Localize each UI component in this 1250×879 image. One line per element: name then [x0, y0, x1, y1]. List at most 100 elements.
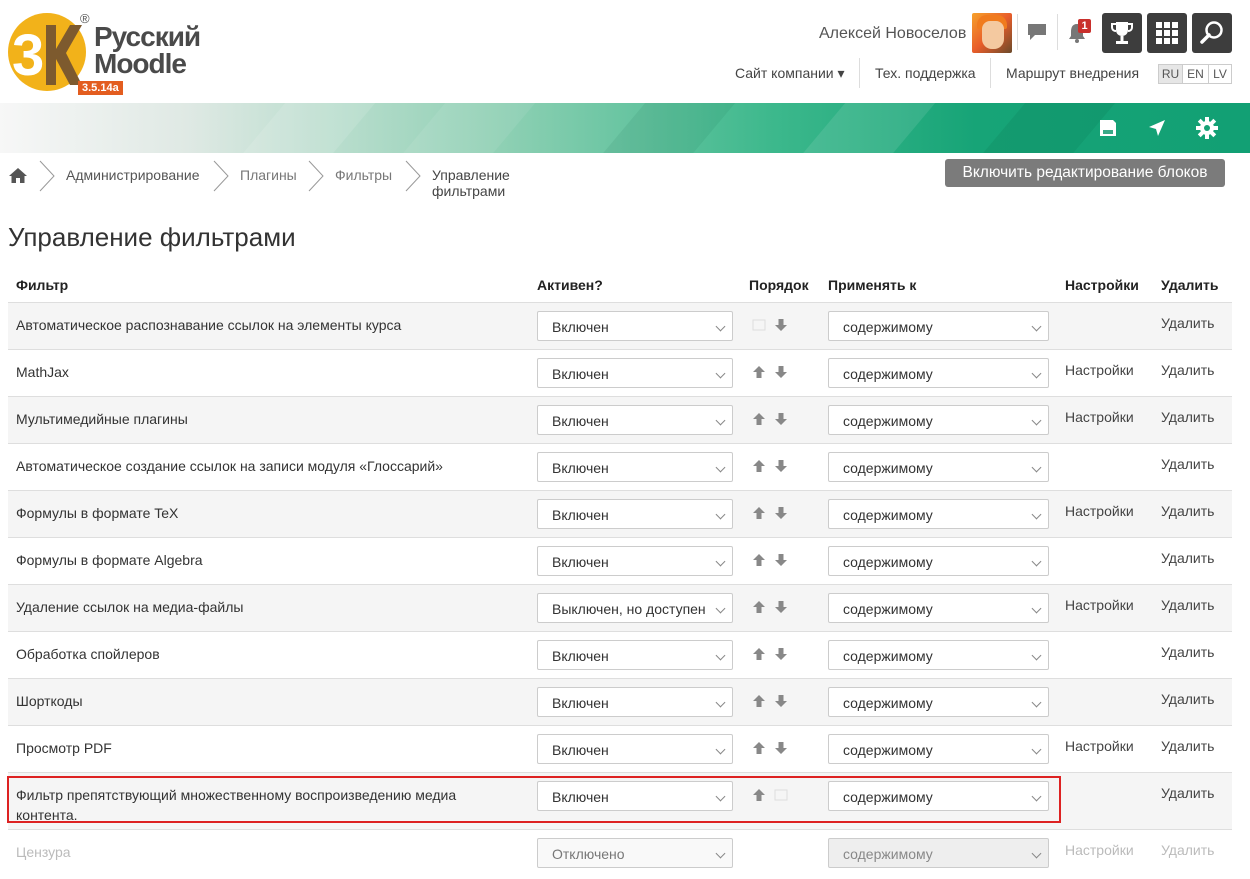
move-up-icon[interactable] — [752, 506, 766, 520]
move-down-icon[interactable] — [774, 741, 788, 755]
apps-grid-button[interactable] — [1147, 13, 1187, 53]
apply-to-select[interactable]: содержимому — [828, 687, 1049, 717]
delete-link[interactable]: Удалить — [1161, 842, 1214, 858]
chevron-down-icon — [715, 556, 726, 567]
settings-link[interactable]: Настройки — [1065, 503, 1134, 519]
messages-icon[interactable] — [1027, 23, 1047, 41]
logo-3k-mark: 3 — [12, 23, 82, 88]
delete-link[interactable]: Удалить — [1161, 315, 1214, 331]
search-icon — [1200, 21, 1223, 44]
search-button[interactable] — [1192, 13, 1232, 53]
apply-to-select[interactable]: содержимому — [828, 405, 1049, 435]
breadcrumb-administration[interactable]: Администрирование — [66, 167, 200, 183]
site-logo[interactable]: 3 ® Русский Moodle 3.5.14a — [8, 11, 218, 95]
settings-link[interactable]: Настройки — [1065, 409, 1134, 425]
move-down-icon[interactable] — [774, 459, 788, 473]
active-state-select[interactable]: Включен — [537, 640, 733, 670]
move-up-icon[interactable] — [752, 741, 766, 755]
delete-link[interactable]: Удалить — [1161, 409, 1214, 425]
apply-to-select[interactable]: содержимому — [828, 499, 1049, 529]
lang-ru[interactable]: RU — [1158, 64, 1183, 84]
chevron-down-icon — [715, 603, 726, 614]
user-avatar[interactable] — [972, 13, 1012, 53]
apply-to-select[interactable]: содержимому — [828, 546, 1049, 576]
move-down-icon[interactable] — [774, 318, 788, 332]
apply-to-value: содержимому — [843, 460, 933, 476]
chevron-down-icon — [1031, 603, 1042, 614]
active-state-select[interactable]: Включен — [537, 546, 733, 576]
apply-to-value: содержимому — [843, 601, 933, 617]
move-up-icon[interactable] — [752, 553, 766, 567]
delete-link[interactable]: Удалить — [1161, 550, 1214, 566]
move-up-icon[interactable] — [752, 365, 766, 379]
settings-link[interactable]: Настройки — [1065, 842, 1134, 858]
roadmap-link[interactable]: Маршрут внедрения — [1006, 65, 1139, 81]
active-state-select[interactable]: Выключен, но доступен — [537, 593, 733, 623]
apply-to-value: содержимому — [843, 507, 933, 523]
active-state-select[interactable]: Включен — [537, 358, 733, 388]
apply-to-select[interactable]: содержимому — [828, 452, 1049, 482]
lang-en[interactable]: EN — [1183, 64, 1209, 84]
active-state-select[interactable]: Включен — [537, 311, 733, 341]
chevron-down-icon — [1031, 744, 1042, 755]
chevron-down-icon — [1031, 556, 1042, 567]
apply-to-select[interactable]: содержимому — [828, 640, 1049, 670]
delete-link[interactable]: Удалить — [1161, 362, 1214, 378]
breadcrumb-plugins[interactable]: Плагины — [240, 167, 297, 183]
apply-to-select[interactable]: содержимому — [828, 311, 1049, 341]
move-up-icon[interactable] — [752, 459, 766, 473]
move-up-icon[interactable] — [752, 694, 766, 708]
badges-button[interactable] — [1102, 13, 1142, 53]
delete-link[interactable]: Удалить — [1161, 644, 1214, 660]
move-down-icon[interactable] — [774, 600, 788, 614]
delete-link[interactable]: Удалить — [1161, 456, 1214, 472]
settings-link[interactable]: Настройки — [1065, 738, 1134, 754]
save-icon[interactable] — [1097, 117, 1119, 139]
gear-icon[interactable] — [1196, 117, 1218, 139]
home-icon[interactable] — [8, 167, 28, 184]
chevron-down-icon — [715, 415, 726, 426]
send-icon[interactable] — [1146, 117, 1168, 139]
move-up-icon[interactable] — [752, 600, 766, 614]
move-down-icon[interactable] — [774, 694, 788, 708]
chevron-down-icon — [1031, 415, 1042, 426]
active-state-value: Включен — [552, 554, 609, 570]
apply-to-select[interactable]: содержимому — [828, 593, 1049, 623]
active-state-select[interactable]: Включен — [537, 452, 733, 482]
active-state-select[interactable]: Включен — [537, 687, 733, 717]
table-row: Цензура Отключено содержимому Настройки Удал… — [8, 829, 1232, 876]
enable-block-editing-button[interactable]: Включить редактирование блоков — [945, 159, 1225, 187]
settings-link[interactable]: Настройки — [1065, 362, 1134, 378]
move-up-icon[interactable] — [752, 647, 766, 661]
move-down-icon[interactable] — [774, 506, 788, 520]
support-link[interactable]: Тех. поддержка — [875, 65, 976, 81]
user-name[interactable]: Алексей Новоселов — [819, 25, 966, 43]
active-state-select[interactable]: Включен — [537, 734, 733, 764]
breadcrumb-manage-filters: Управление фильтрами — [432, 167, 510, 199]
apply-to-value: содержимому — [843, 695, 933, 711]
move-up-icon[interactable] — [752, 412, 766, 426]
delete-link[interactable]: Удалить — [1161, 597, 1214, 613]
delete-link[interactable]: Удалить — [1161, 785, 1214, 801]
breadcrumb-chevron-icon — [39, 160, 55, 192]
settings-link[interactable]: Настройки — [1065, 597, 1134, 613]
active-state-value: Включен — [552, 319, 609, 335]
lang-lv[interactable]: LV — [1209, 64, 1232, 84]
chevron-down-icon — [1031, 848, 1042, 859]
table-row: MathJax Включен содержимому Настройки Удалит… — [8, 349, 1232, 396]
company-site-menu[interactable]: Сайт компании ▾ — [735, 65, 845, 82]
active-state-select[interactable]: Отключено — [537, 838, 733, 868]
move-down-icon[interactable] — [774, 647, 788, 661]
delete-link[interactable]: Удалить — [1161, 738, 1214, 754]
breadcrumb-chevron-icon — [308, 160, 324, 192]
apply-to-select[interactable]: содержимому — [828, 358, 1049, 388]
delete-link[interactable]: Удалить — [1161, 691, 1214, 707]
move-down-icon[interactable] — [774, 553, 788, 567]
breadcrumb-filters[interactable]: Фильтры — [335, 167, 392, 183]
apply-to-select[interactable]: содержимому — [828, 734, 1049, 764]
active-state-select[interactable]: Включен — [537, 405, 733, 435]
active-state-select[interactable]: Включен — [537, 499, 733, 529]
move-down-icon[interactable] — [774, 365, 788, 379]
move-down-icon[interactable] — [774, 412, 788, 426]
delete-link[interactable]: Удалить — [1161, 503, 1214, 519]
